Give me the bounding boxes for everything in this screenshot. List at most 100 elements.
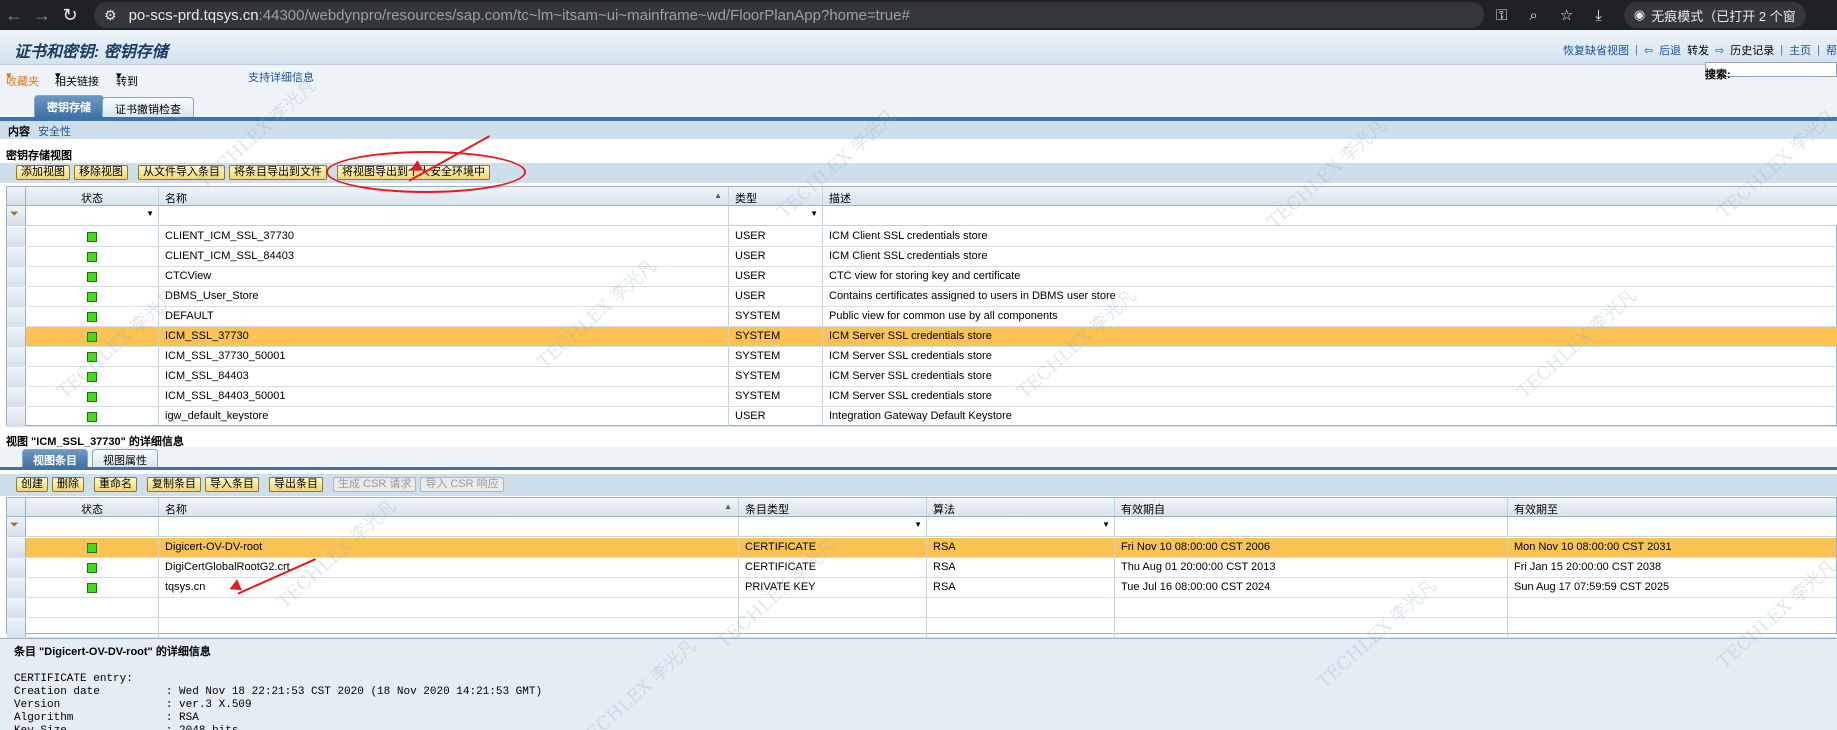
forward-icon[interactable]: → — [28, 5, 56, 26]
view-description-cell[interactable]: ICM Server SSL credentials store — [823, 367, 1837, 386]
view-name-cell[interactable]: CLIENT_ICM_SSL_37730 — [159, 227, 729, 246]
entry-type-cell[interactable] — [739, 618, 927, 637]
entry-valid-from-cell[interactable] — [1115, 618, 1508, 637]
restore-default-view-link[interactable]: 恢复缺省视图 — [1563, 42, 1629, 58]
row-selector[interactable] — [7, 538, 26, 557]
help-link[interactable]: 帮 — [1826, 42, 1837, 58]
view-description-cell[interactable]: Public view for common use by all compon… — [823, 307, 1837, 326]
row-selector[interactable] — [7, 287, 26, 306]
filter-icon[interactable]: ⏷ — [7, 517, 26, 536]
col-description[interactable]: 描述 — [823, 187, 1837, 205]
entry-name-cell[interactable] — [159, 618, 739, 637]
col-algorithm[interactable]: 算法 — [927, 498, 1115, 516]
view-type-cell[interactable]: USER — [729, 407, 823, 426]
status-cell[interactable] — [26, 618, 159, 637]
create-button[interactable]: 创建 — [16, 477, 48, 492]
row-selector[interactable] — [7, 327, 26, 346]
view-name-cell[interactable]: igw_default_keystore — [159, 407, 729, 426]
entry-algorithm-cell[interactable]: RSA — [927, 578, 1115, 597]
col-name[interactable]: 名称 ▲ — [159, 498, 739, 516]
view-name-cell[interactable]: DBMS_User_Store — [159, 287, 729, 306]
table-row[interactable]: ICM_SSL_84403_50001 SYSTEM ICM Server SSL… — [7, 387, 1837, 407]
status-cell[interactable] — [26, 538, 159, 557]
import-csr-response-button[interactable]: 导入 CSR 响应 — [420, 477, 504, 492]
status-cell[interactable] — [26, 227, 159, 246]
row-selector[interactable] — [7, 598, 26, 617]
select-all-cell[interactable] — [7, 498, 26, 516]
row-selector[interactable] — [7, 267, 26, 286]
key-icon[interactable]: ⚿ — [1496, 7, 1507, 24]
table-row[interactable]: DEFAULT SYSTEM Public view for common use … — [7, 307, 1837, 327]
view-description-cell[interactable]: ICM Server SSL credentials store — [823, 327, 1837, 346]
entry-type-cell[interactable]: CERTIFICATE — [739, 538, 927, 557]
download-icon[interactable]: ⤓ — [1595, 7, 1602, 24]
entry-algorithm-cell[interactable]: RSA — [927, 538, 1115, 557]
zoom-icon[interactable]: ⌕ — [1529, 7, 1537, 24]
filter-icon[interactable]: ⏷ — [7, 206, 26, 225]
view-name-cell[interactable]: ICM_SSL_37730_50001 — [159, 347, 729, 366]
description-filter[interactable] — [823, 206, 1837, 225]
entry-valid-to-cell[interactable] — [1508, 618, 1836, 637]
view-description-cell[interactable]: Contains certificates assigned to users … — [823, 287, 1837, 306]
col-entry-type[interactable]: 条目类型 — [739, 498, 927, 516]
entry-algorithm-cell[interactable] — [927, 598, 1115, 617]
entry-valid-from-cell[interactable]: Fri Nov 10 08:00:00 CST 2006 — [1115, 538, 1508, 557]
address-bar[interactable]: ⚙ po-scs-prd.tqsys.cn:44300/webdynpro/re… — [94, 2, 1484, 28]
status-filter[interactable] — [26, 517, 159, 536]
table-row[interactable]: Digicert-OV-DV-root CERTIFICATE RSA Fri Nov… — [7, 538, 1836, 558]
view-name-cell[interactable]: DEFAULT — [159, 307, 729, 326]
table-row[interactable]: ICM_SSL_37730 SYSTEM ICM Server SSL crede… — [7, 327, 1837, 347]
algorithm-filter[interactable]: ▼ — [927, 517, 1115, 536]
table-row[interactable]: ICM_SSL_84403 SYSTEM ICM Server SSL crede… — [7, 367, 1837, 387]
row-selector[interactable] — [7, 367, 26, 386]
forward-link[interactable]: 转发 — [1687, 42, 1709, 58]
status-cell[interactable] — [26, 307, 159, 326]
tab-view-properties[interactable]: 视图属性 — [92, 449, 158, 467]
valid-from-filter[interactable] — [1115, 517, 1508, 536]
view-type-cell[interactable]: SYSTEM — [729, 327, 823, 346]
export-entry-button[interactable]: 将条目导出到文件 — [229, 165, 327, 180]
row-selector[interactable] — [7, 387, 26, 406]
table-row[interactable]: DBMS_User_Store USER Contains certificates… — [7, 287, 1837, 307]
view-type-cell[interactable]: SYSTEM — [729, 347, 823, 366]
entry-algorithm-cell[interactable]: RSA — [927, 558, 1115, 577]
status-cell[interactable] — [26, 407, 159, 426]
view-name-cell[interactable]: ICM_SSL_37730 — [159, 327, 729, 346]
rename-button[interactable]: 重命名 — [94, 477, 137, 492]
table-row[interactable]: igw_default_keystore USER Integration Gate… — [7, 407, 1837, 427]
row-selector[interactable] — [7, 558, 26, 577]
entry-valid-from-cell[interactable]: Tue Jul 16 08:00:00 CST 2024 — [1115, 578, 1508, 597]
status-cell[interactable] — [26, 367, 159, 386]
col-status[interactable]: 状态 — [26, 187, 159, 205]
related-links-menu[interactable]: 相关链接 ▾ — [55, 69, 99, 88]
status-cell[interactable] — [26, 267, 159, 286]
row-selector[interactable] — [7, 618, 26, 637]
view-description-cell[interactable]: ICM Server SSL credentials store — [823, 387, 1837, 406]
favorites-menu[interactable]: 收藏夹 ▾ — [6, 69, 39, 88]
home-link[interactable]: 主页 — [1789, 42, 1811, 58]
entry-valid-to-cell[interactable]: Sun Aug 17 07:59:59 CST 2025 — [1508, 578, 1836, 597]
table-row[interactable]: CLIENT_ICM_SSL_37730 USER ICM Client SSL … — [7, 227, 1837, 247]
view-description-cell[interactable]: Integration Gateway Default Keystore — [823, 407, 1837, 426]
col-status[interactable]: 状态 — [26, 498, 159, 516]
reload-icon[interactable]: ↻ — [56, 5, 84, 26]
view-type-cell[interactable]: SYSTEM — [729, 367, 823, 386]
entry-valid-to-cell[interactable]: Mon Nov 10 08:00:00 CST 2031 — [1508, 538, 1836, 557]
row-selector[interactable] — [7, 307, 26, 326]
status-cell[interactable] — [26, 327, 159, 346]
view-type-cell[interactable]: USER — [729, 287, 823, 306]
history-link[interactable]: 历史记录 — [1730, 42, 1774, 58]
status-cell[interactable] — [26, 387, 159, 406]
table-row[interactable]: tqsys.cn PRIVATE KEY RSA Tue Jul 16 08:00:0… — [7, 578, 1836, 598]
entry-valid-from-cell[interactable] — [1115, 598, 1508, 617]
add-view-button[interactable]: 添加视图 — [16, 165, 70, 180]
col-valid-to[interactable]: 有效期至 — [1508, 498, 1836, 516]
back-link[interactable]: 后退 — [1659, 42, 1681, 58]
goto-menu[interactable]: 转到 ▾ — [116, 69, 138, 88]
remove-view-button[interactable]: 移除视图 — [74, 165, 128, 180]
star-icon[interactable]: ☆ — [1560, 6, 1573, 24]
delete-button[interactable]: 删除 — [52, 477, 84, 492]
tab-view-entries[interactable]: 视图条目 — [22, 449, 88, 467]
table-row[interactable]: CTCView USER CTC view for storing key and … — [7, 267, 1837, 287]
entry-type-cell[interactable]: CERTIFICATE — [739, 558, 927, 577]
